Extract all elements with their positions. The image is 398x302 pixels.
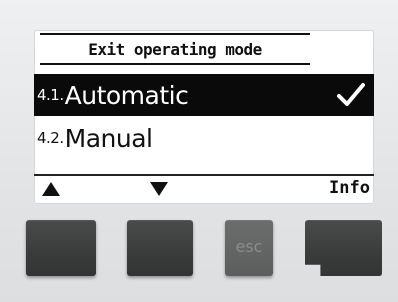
menu-item-manual[interactable]: 4.2. Manual bbox=[34, 117, 374, 159]
up-triangle-icon bbox=[42, 182, 60, 196]
menu-item-number: 4.1. bbox=[37, 86, 64, 104]
esc-button-label: esc bbox=[235, 237, 263, 256]
menu-item-number: 4.2. bbox=[37, 129, 64, 147]
menu-item-label: Automatic bbox=[64, 80, 189, 110]
menu-title: Exit operating mode bbox=[40, 33, 310, 65]
esc-button[interactable]: esc bbox=[225, 220, 273, 276]
softkey-info-label: Info bbox=[329, 178, 370, 198]
menu-item-automatic[interactable]: 4.1. Automatic bbox=[34, 74, 374, 116]
softkey-bar: Info bbox=[34, 174, 374, 202]
down-button[interactable] bbox=[127, 220, 193, 276]
checkmark-icon bbox=[337, 83, 365, 106]
menu-item-label: Manual bbox=[64, 123, 153, 153]
down-triangle-icon bbox=[150, 182, 168, 196]
up-button[interactable] bbox=[26, 220, 96, 276]
